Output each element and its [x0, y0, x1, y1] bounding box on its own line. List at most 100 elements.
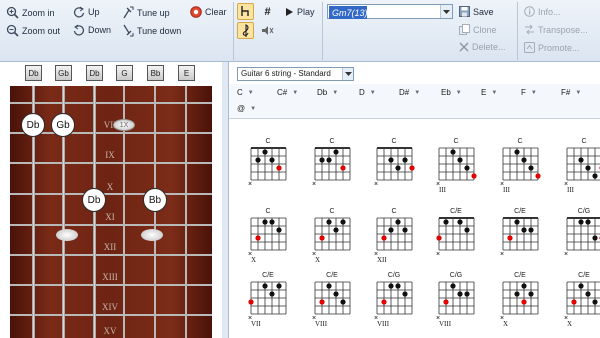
fretboard-note[interactable]: Gb [51, 113, 75, 137]
down-button[interactable]: Down [73, 24, 111, 36]
chord-name-combobox[interactable] [327, 4, 453, 19]
fret-numeral: XII [103, 242, 117, 252]
root-note-csharp[interactable]: C# ▼ [277, 88, 298, 97]
guitar-string-3[interactable] [93, 86, 96, 338]
fret-numeral: XI [105, 212, 115, 222]
finger-dot [514, 149, 520, 155]
chord-diagram-name: C/E [262, 272, 274, 279]
root-note-more[interactable]: @ ▼ [237, 104, 256, 113]
chord-diagram-name: C [391, 138, 397, 145]
open-string-6[interactable]: E [178, 65, 195, 81]
play-button[interactable]: Play [285, 7, 315, 17]
chord-diagram[interactable]: × C X [243, 208, 293, 268]
chord-diagram[interactable]: × C/E [431, 208, 481, 268]
chord-diagram[interactable]: × C III [495, 138, 545, 198]
delete-button[interactable]: Delete... [459, 42, 506, 52]
chord-diagram-position: III [567, 186, 574, 194]
chord-diagram[interactable]: × C/G [559, 208, 600, 268]
root-note-d[interactable]: D ▼ [359, 88, 376, 97]
chord-diagram-name: C [329, 138, 335, 145]
tune-down-button[interactable]: Tune down [121, 24, 181, 37]
zoom-in-label: Zoom in [22, 7, 55, 18]
save-button[interactable]: Save [459, 6, 494, 17]
muted-string-mark: × [312, 181, 316, 188]
clone-button[interactable]: Clone [459, 24, 497, 35]
finger-dot [592, 235, 598, 241]
chord-diagram[interactable]: × C/G VIII [369, 272, 419, 332]
open-string-5[interactable]: Bb [147, 65, 164, 81]
tune-down-label: Tune down [137, 25, 182, 36]
chord-diagram[interactable]: × C/G VIII [431, 272, 481, 332]
root-note-eb[interactable]: Eb ▼ [441, 88, 462, 97]
promote-label: Promote... [538, 42, 580, 53]
root-note-db[interactable]: Db ▼ [317, 88, 338, 97]
finger-dot [409, 165, 415, 171]
finger-dot [269, 157, 275, 163]
zoom-in-button[interactable]: Zoom in [6, 6, 55, 19]
open-string-2[interactable]: Gb [55, 65, 72, 81]
chord-diagram[interactable]: × C III [559, 138, 600, 198]
up-button[interactable]: Up [73, 6, 100, 18]
guitar-string-6[interactable] [185, 86, 187, 338]
bass-note-toggle[interactable] [237, 3, 254, 20]
root-note-f[interactable]: F ▼ [521, 88, 537, 97]
finger-dot [326, 157, 332, 163]
chord-diagram[interactable]: × C/E VIII [307, 272, 357, 332]
chord-diagram[interactable]: × C/E VII [243, 272, 293, 332]
chord-diagram[interactable]: × C/E X [495, 272, 545, 332]
guitar-string-5[interactable] [154, 86, 156, 338]
sharp-toggle[interactable]: # [259, 3, 276, 20]
chord-diagram[interactable]: × C X [307, 208, 357, 268]
chevron-down-icon [443, 9, 450, 14]
open-string-4[interactable]: G [116, 65, 133, 81]
root-note-dsharp[interactable]: D# ▼ [399, 88, 420, 97]
chord-diagram[interactable]: × C XII [369, 208, 419, 268]
zoom-out-button[interactable]: Zoom out [6, 24, 60, 37]
finger-dot [402, 291, 408, 297]
chord-diagram[interactable]: × C/E [495, 208, 545, 268]
zoom-in-icon [6, 6, 19, 19]
finger-dot [521, 283, 527, 289]
chord-diagram[interactable]: × C/E X [559, 272, 600, 332]
finger-dot [521, 227, 527, 233]
promote-button[interactable]: Promote... [524, 42, 580, 53]
chord-dropdown-button[interactable] [440, 5, 452, 18]
info-button[interactable]: Info... [524, 6, 561, 17]
open-string-1[interactable]: Db [25, 65, 42, 81]
treble-clef-toggle[interactable] [237, 22, 254, 39]
chord-diagram-name: C [453, 138, 459, 145]
chord-diagram-graphic: × [374, 147, 415, 188]
speaker-mute-icon [262, 26, 274, 35]
chord-diagram-position: X [567, 320, 573, 328]
tune-up-label: Tune up [137, 7, 170, 18]
chord-diagram[interactable]: × C [369, 138, 419, 198]
chord-diagram-name: C/E [578, 272, 590, 279]
root-note-label: F [521, 88, 526, 97]
tuning-dropdown-button[interactable] [342, 68, 353, 80]
chord-diagram-position: VII [251, 320, 261, 328]
tuning-select[interactable]: Guitar 6 string - Standard [237, 67, 354, 81]
muted-string-mark: × [500, 251, 504, 258]
root-note-c[interactable]: C ▼ [237, 88, 254, 97]
transpose-button[interactable]: Transpose... [524, 24, 588, 35]
fretboard-note[interactable]: 1X [113, 119, 135, 131]
chord-diagram[interactable]: × C III [431, 138, 481, 198]
root-note-e[interactable]: E ▼ [481, 88, 497, 97]
finger-dot [248, 299, 254, 305]
root-note-fsharp[interactable]: F# ▼ [561, 88, 581, 97]
chord-diagram-name: C [329, 208, 335, 215]
open-string-3[interactable]: Db [86, 65, 103, 81]
chord-diagram[interactable]: × C [243, 138, 293, 198]
finger-dot [381, 299, 387, 305]
clear-button[interactable]: Clear [190, 6, 227, 18]
fretboard-note[interactable]: Bb [143, 188, 167, 212]
chord-name-input[interactable] [329, 6, 367, 19]
finger-dot [450, 149, 456, 155]
finger-dot [571, 299, 577, 305]
fretboard-note[interactable]: Db [21, 113, 45, 137]
mute-toggle[interactable] [259, 22, 276, 39]
tune-up-button[interactable]: Tune up [121, 6, 170, 19]
fretboard-note[interactable]: Db [82, 188, 106, 212]
chord-diagram[interactable]: × C [307, 138, 357, 198]
muted-string-mark: × [248, 181, 252, 188]
